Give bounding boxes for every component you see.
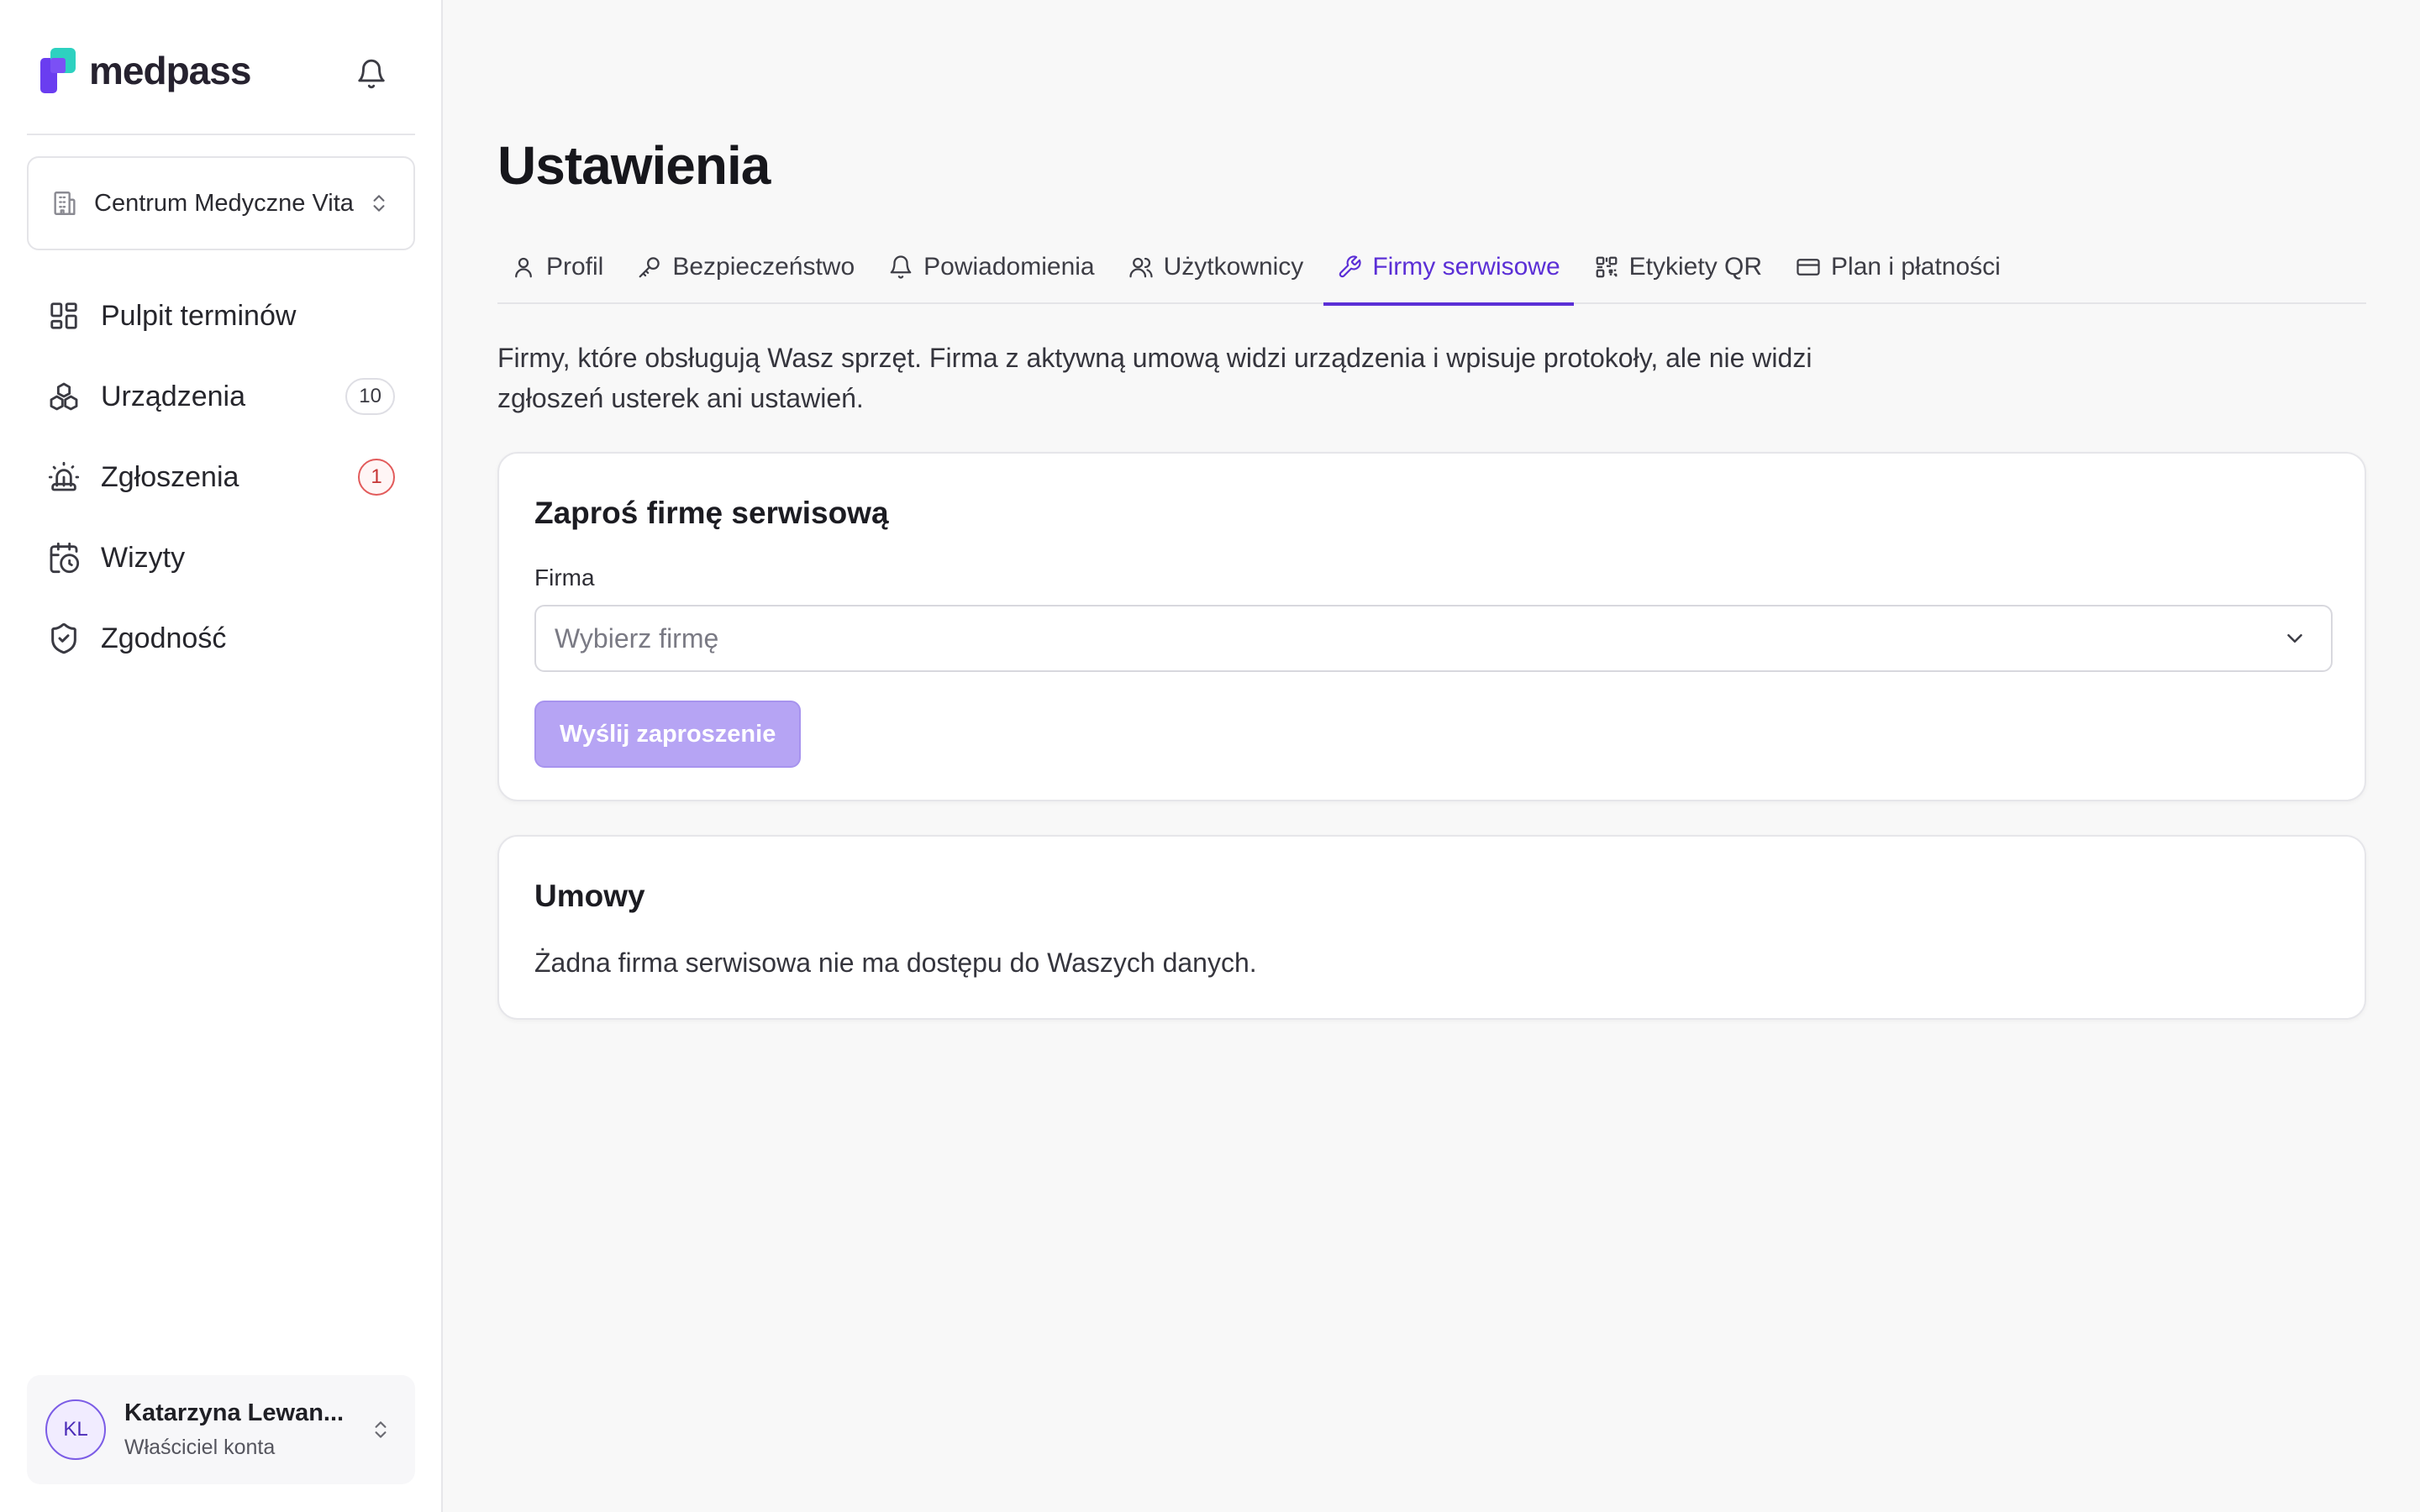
- siren-icon: [45, 459, 82, 496]
- count-badge: 10: [345, 378, 395, 415]
- tab-uzytkownicy[interactable]: Użytkownicy: [1115, 239, 1318, 304]
- chevrons-up-down-icon: [375, 1421, 387, 1438]
- sidebar-item-label: Pulpit terminów: [101, 299, 297, 332]
- chevrons-up-down-icon: [373, 195, 385, 212]
- wrench-icon: [1337, 255, 1362, 280]
- sidebar-divider: [27, 134, 415, 135]
- tab-label: Etykiety QR: [1628, 253, 1763, 281]
- contracts-empty-state: Żadna firma serwisowa nie ma dostępu do …: [534, 948, 1257, 978]
- sidebar-item-zgloszenia[interactable]: Zgłoszenia 1: [27, 437, 415, 517]
- company-select[interactable]: Wybierz firmę: [534, 605, 2333, 672]
- tab-label: Firmy serwisowe: [1372, 253, 1560, 281]
- devices-icon: [45, 378, 82, 415]
- company-field-label: Firma: [534, 564, 595, 591]
- contracts-card: Umowy Żadna firma serwisowa nie ma dostę…: [497, 835, 2366, 1020]
- sidebar: medpass Centrum Medyczne Vita Pulpit ter…: [0, 0, 443, 1512]
- users-icon: [1128, 255, 1154, 280]
- tab-label: Powiadomienia: [923, 253, 1095, 281]
- tab-firmy-serwisowe[interactable]: Firmy serwisowe: [1323, 239, 1575, 306]
- user-menu[interactable]: KL Katarzyna Lewan... Właściciel konta: [27, 1375, 415, 1484]
- sidebar-item-label: Zgodność: [101, 622, 227, 654]
- card-title: Zaproś firmę serwisową: [534, 496, 889, 530]
- building-icon: [54, 192, 76, 215]
- card-title: Umowy: [534, 879, 645, 913]
- page-title: Ustawienia: [497, 135, 771, 196]
- sidebar-item-label: Urządzenia: [101, 380, 245, 412]
- shield-check-icon: [45, 620, 82, 657]
- send-invitation-button[interactable]: Wyślij zaproszenie: [534, 701, 802, 768]
- invite-service-company-card: Zaproś firmę serwisową Firma Wybierz fir…: [497, 452, 2366, 801]
- settings-tabs: Profil Bezpieczeństwo Powiadomienia Użyt…: [497, 239, 2366, 306]
- tab-powiadomienia[interactable]: Powiadomienia: [875, 239, 1107, 304]
- sidebar-item-pulpit[interactable]: Pulpit terminów: [27, 276, 415, 356]
- sidebar-item-wizyty[interactable]: Wizyty: [27, 517, 415, 598]
- sidebar-item-urzadzenia[interactable]: Urządzenia 10: [27, 356, 415, 437]
- notifications-button[interactable]: [350, 52, 393, 96]
- user-icon: [511, 255, 536, 280]
- tab-etykiety-qr[interactable]: Etykiety QR: [1581, 239, 1776, 304]
- tab-label: Plan i płatności: [1831, 253, 2001, 281]
- bell-icon: [358, 59, 385, 89]
- main-content: Ustawienia Profil Bezpieczeństwo Powiado…: [444, 0, 2420, 1512]
- bell-icon: [888, 255, 913, 280]
- qr-code-icon: [1594, 255, 1619, 280]
- sidebar-item-label: Zgłoszenia: [101, 460, 239, 493]
- user-info: Katarzyna Lewan... Właściciel konta: [124, 1399, 370, 1460]
- medpass-logo-icon: [40, 48, 76, 93]
- organization-switcher[interactable]: Centrum Medyczne Vita: [27, 156, 415, 250]
- user-role: Właściciel konta: [124, 1436, 276, 1459]
- chevron-down-icon: [2287, 634, 2302, 643]
- tab-label: Bezpieczeństwo: [672, 253, 855, 281]
- sidebar-nav: Pulpit terminów Urządzenia 10 Zgłoszenia…: [27, 276, 415, 679]
- tab-plan-i-platnosci[interactable]: Plan i płatności: [1782, 239, 2014, 304]
- tab-bezpieczenstwo[interactable]: Bezpieczeństwo: [623, 239, 868, 304]
- alert-badge: 1: [358, 459, 395, 496]
- sidebar-item-label: Wizyty: [101, 541, 186, 574]
- credit-card-icon: [1796, 255, 1821, 280]
- brand-logo[interactable]: medpass: [40, 47, 251, 94]
- company-select-placeholder: Wybierz firmę: [555, 622, 719, 654]
- section-description: Firmy, które obsługują Wasz sprzęt. Firm…: [497, 343, 1812, 413]
- key-icon: [637, 255, 662, 280]
- avatar: KL: [45, 1399, 106, 1460]
- user-name: Katarzyna Lewan...: [124, 1399, 345, 1426]
- tab-label: Profil: [546, 253, 604, 281]
- dashboard-icon: [45, 297, 82, 334]
- brand-name: medpass: [89, 49, 251, 92]
- sidebar-item-zgodnosc[interactable]: Zgodność: [27, 598, 415, 679]
- tab-profil[interactable]: Profil: [497, 239, 617, 304]
- organization-name: Centrum Medyczne Vita: [94, 189, 354, 217]
- tab-label: Użytkownicy: [1163, 253, 1304, 281]
- calendar-clock-icon: [45, 539, 82, 576]
